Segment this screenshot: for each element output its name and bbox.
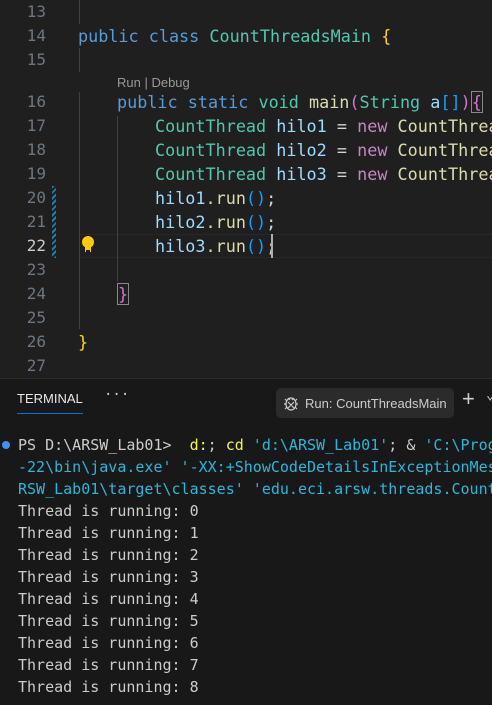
more-actions-icon[interactable]: ··· [104,387,129,403]
line-number: 23 [26,260,46,279]
line-number: 21 [26,212,46,231]
line-number: 26 [26,332,46,351]
line-number: 19 [26,164,46,183]
line-number: 14 [26,26,46,45]
chevron-down-icon[interactable]: ⌄ [486,387,492,403]
terminal-command-line: RSW_Lab01\target\classes' 'edu.eci.arsw.… [18,480,492,498]
code-line-22: hilo3.run(); [155,236,276,256]
run-terminal-button[interactable]: Run: CountThreadsMain [276,388,454,418]
code-line-21: hilo2.run(); [155,212,277,232]
line-number: 24 [26,284,46,303]
line-number: 20 [26,188,46,207]
terminal-output[interactable]: PS D:\ARSW_Lab01> d:; cd 'd:\ARSW_Lab01'… [18,434,492,698]
terminal-output-line: Thread is running: 3 [18,568,199,586]
line-number: 17 [26,116,46,135]
lightbulb-icon[interactable] [81,235,95,255]
terminal-output-line: Thread is running: 4 [18,590,199,608]
command-status-dot [2,441,10,449]
run-label: Run: CountThreadsMain [305,395,447,411]
code-line-16: public static void main(String a[]){ [117,91,483,113]
indent-guide [79,92,80,329]
code-line-18: CountThread hilo2 = new CountThread [155,140,492,160]
terminal-output-line: Thread is running: 8 [18,678,199,696]
code-editor[interactable]: 13 14 15 16 17 18 19 20 21 22 23 24 25 26 27 public cl… [0,0,492,377]
terminal-output-line: Thread is running: 0 [18,502,199,520]
code-line-19: CountThread hilo3 = new CountThread [155,164,492,184]
line-number: 22 [26,236,46,255]
current-line-highlight [79,234,492,258]
code-line-17: CountThread hilo1 = new CountThread [155,116,492,136]
terminal-command-line: -22\bin\java.exe' '-XX:+ShowCodeDetailsI… [18,458,492,476]
terminal-output-line: Thread is running: 2 [18,546,199,564]
terminal-output-line: Thread is running: 6 [18,634,199,652]
tab-terminal[interactable]: TERMINAL [17,391,83,414]
debug-icon [284,397,298,411]
code-line-24: } [117,283,130,305]
terminal-command-line: PS D:\ARSW_Lab01> d:; cd 'd:\ARSW_Lab01'… [18,436,492,454]
terminal-output-line: Thread is running: 5 [18,612,199,630]
line-number: 16 [26,92,46,111]
text-cursor [271,234,273,258]
code-line-20: hilo1.run(); [155,188,277,208]
code-line-26: } [78,332,89,352]
code-line-14: public class CountThreadsMain { [78,26,392,46]
line-number: 25 [26,308,46,327]
terminal-panel: TERMINAL ··· Run: CountThreadsMain + ⌄ P… [0,378,492,705]
terminal-output-line: Thread is running: 7 [18,656,199,674]
line-number: 27 [26,356,46,375]
new-terminal-button[interactable]: + [462,387,475,411]
modified-lines-gutter [52,186,56,258]
line-number: 13 [26,2,46,21]
indent-guide [117,116,118,281]
line-number: 15 [26,50,46,69]
line-number: 18 [26,140,46,159]
terminal-output-line: Thread is running: 1 [18,524,199,542]
indent-guide [79,48,80,72]
indent-guide [79,0,80,24]
